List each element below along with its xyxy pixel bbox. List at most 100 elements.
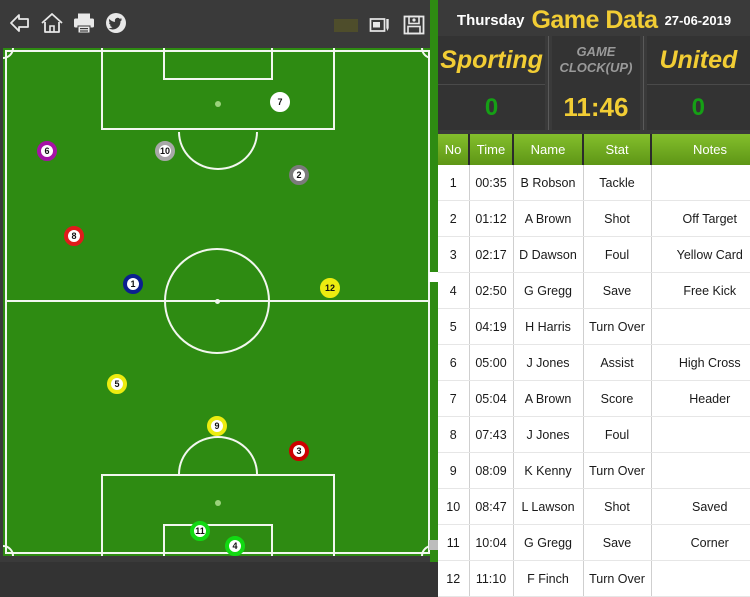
table-row[interactable]: 9 08:09 K Kenny Turn Over — [438, 452, 750, 489]
cell-stat: Save — [583, 272, 652, 309]
player-marker[interactable]: 7 — [270, 92, 290, 112]
player-number: 7 — [277, 96, 283, 107]
player-marker[interactable]: 3 — [289, 441, 309, 461]
cell-notes — [651, 165, 750, 201]
cell-name: A Brown — [513, 380, 584, 417]
column-header-no[interactable]: No — [438, 134, 470, 165]
player-marker[interactable]: 11 — [190, 521, 210, 541]
penalty-spot-top — [215, 101, 221, 107]
scoreboard: Sporting 0 GAME CLOCK(UP) 11:46 United 0 — [438, 36, 750, 130]
cell-no: 4 — [438, 272, 470, 309]
game-clock-value: 11:46 — [563, 91, 629, 122]
player-marker[interactable]: 12 — [320, 278, 340, 298]
cell-no: 2 — [438, 200, 470, 237]
table-row[interactable]: 5 04:19 H Harris Turn Over — [438, 308, 750, 345]
panel-header: Thursday Game Data 27-06-2019 — [438, 4, 750, 36]
cell-name: G Gregg — [513, 272, 584, 309]
scoreboard-divider-1 — [548, 36, 550, 130]
cell-no: 1 — [438, 165, 470, 201]
table-row[interactable]: 12 11:10 F Finch Turn Over — [438, 560, 750, 597]
player-marker[interactable]: 6 — [37, 141, 57, 161]
goal-area-bottom — [163, 524, 273, 556]
table-row[interactable]: 3 02:17 D Dawson Foul Yellow Card — [438, 236, 750, 273]
cell-stat: Foul — [583, 236, 652, 273]
player-marker[interactable]: 8 — [64, 226, 84, 246]
player-number: 3 — [296, 445, 302, 456]
player-marker[interactable]: 2 — [289, 165, 309, 185]
cell-name: J Jones — [513, 344, 584, 381]
scrollbar-thumb[interactable] — [429, 272, 438, 282]
center-spot — [215, 299, 220, 304]
cell-no: 8 — [438, 416, 470, 453]
cell-time: 07:43 — [469, 416, 514, 453]
events-table-container[interactable]: No Time Name Stat Notes 1 00:35 B Robson Ta… — [438, 134, 750, 597]
cell-name: K Kenny — [513, 452, 584, 489]
cell-stat: Tackle — [583, 165, 652, 201]
player-number: 11 — [195, 525, 205, 536]
header-date: 27-06-2019 — [664, 12, 732, 28]
home-team-score: 0 — [484, 93, 499, 121]
cell-notes — [651, 452, 750, 489]
table-row[interactable]: 2 01:12 A Brown Shot Off Target — [438, 200, 750, 237]
cell-notes — [651, 308, 750, 345]
cell-stat: Assist — [583, 344, 652, 381]
player-marker[interactable]: 5 — [107, 374, 127, 394]
cell-time: 08:47 — [469, 488, 514, 525]
color-swatch[interactable] — [334, 18, 358, 32]
cell-time: 05:04 — [469, 380, 514, 417]
cell-no: 7 — [438, 380, 470, 417]
pitch-container: 7 6 10 2 8 1 12 5 9 3 11 4 — [0, 45, 436, 559]
table-row[interactable]: 6 05:00 J Jones Assist High Cross — [438, 344, 750, 381]
cell-time: 02:50 — [469, 272, 514, 309]
scrollbar-thumb-secondary[interactable] — [429, 540, 438, 550]
player-number: 1 — [130, 278, 136, 289]
cell-no: 11 — [438, 524, 470, 561]
back-icon[interactable] — [8, 11, 32, 35]
football-pitch[interactable]: 7 6 10 2 8 1 12 5 9 3 11 4 — [3, 48, 432, 556]
home-icon[interactable] — [40, 11, 64, 35]
player-number: 5 — [114, 378, 120, 389]
player-number: 12 — [324, 282, 335, 293]
twitter-icon[interactable] — [104, 11, 128, 35]
table-row[interactable]: 7 05:04 A Brown Score Header — [438, 380, 750, 417]
table-row[interactable]: 8 07:43 J Jones Foul — [438, 416, 750, 453]
player-number: 10 — [159, 145, 170, 156]
cell-stat: Turn Over — [583, 308, 652, 345]
player-number: 8 — [71, 230, 77, 241]
away-team-score: 0 — [691, 93, 706, 121]
player-marker[interactable]: 9 — [207, 416, 227, 436]
table-row[interactable]: 4 02:50 G Gregg Save Free Kick — [438, 272, 750, 309]
cell-stat: Score — [583, 380, 652, 417]
player-number: 2 — [296, 169, 302, 180]
player-marker[interactable]: 4 — [225, 536, 245, 556]
column-header-stat[interactable]: Stat — [583, 134, 652, 165]
game-clock-cell[interactable]: GAME CLOCK(UP) 11:46 — [552, 36, 640, 130]
cell-time: 05:00 — [469, 344, 514, 381]
game-clock-label: GAME CLOCK(UP) — [552, 36, 640, 84]
player-marker[interactable]: 10 — [155, 141, 175, 161]
cell-notes: Corner — [651, 524, 750, 561]
toolbar-right-group — [334, 13, 426, 37]
table-row[interactable]: 1 00:35 B Robson Tackle — [438, 165, 750, 201]
cell-notes: Off Target — [651, 200, 750, 237]
away-team-cell[interactable]: United 0 — [646, 36, 750, 130]
table-header-row: No Time Name Stat Notes — [438, 134, 750, 165]
cell-notes: Yellow Card — [651, 236, 750, 273]
column-header-notes[interactable]: Notes — [651, 134, 750, 165]
cell-notes: Header — [651, 380, 750, 417]
print-icon[interactable] — [72, 11, 96, 35]
cell-time: 01:12 — [469, 200, 514, 237]
save-icon[interactable] — [402, 13, 426, 37]
home-team-cell[interactable]: Sporting 0 — [438, 36, 546, 130]
note-edit-icon[interactable] — [368, 13, 392, 37]
cell-notes: Free Kick — [651, 272, 750, 309]
column-header-time[interactable]: Time — [469, 134, 514, 165]
table-row[interactable]: 10 08:47 L Lawson Shot Saved — [438, 488, 750, 525]
cell-time: 08:09 — [469, 452, 514, 489]
player-marker[interactable]: 1 — [123, 274, 143, 294]
cell-notes — [651, 416, 750, 453]
column-header-name[interactable]: Name — [513, 134, 584, 165]
cell-time: 02:17 — [469, 236, 514, 273]
table-row[interactable]: 11 10:04 G Gregg Save Corner — [438, 524, 750, 561]
cell-no: 6 — [438, 344, 470, 381]
